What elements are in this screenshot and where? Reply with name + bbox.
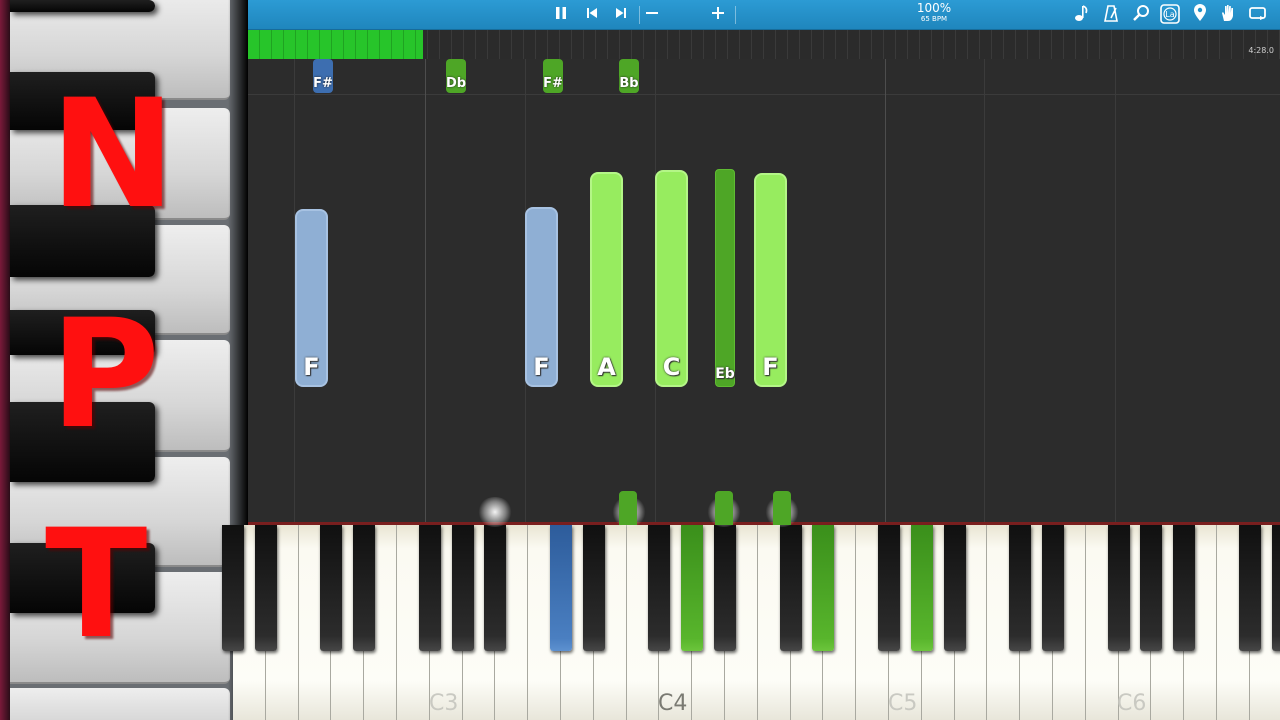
tempo-percent: 100%	[916, 1, 952, 15]
npt-logo-panel: N P T	[0, 0, 248, 720]
pause-button[interactable]	[549, 4, 573, 26]
black-key[interactable]	[779, 525, 802, 651]
skip-forward-button[interactable]	[609, 4, 633, 26]
octave-label-c5: C5	[888, 691, 918, 716]
note-roll: F# Db F# Bb F F A C Eb F	[248, 59, 1280, 522]
panel-edge	[0, 0, 10, 720]
song-duration: 4:28.0	[1248, 46, 1274, 55]
octave-label-c4: C4	[658, 691, 688, 716]
black-key[interactable]	[254, 525, 277, 651]
logo-letter-p: P	[50, 288, 160, 462]
progress-fill	[248, 30, 424, 59]
pause-icon	[556, 7, 566, 19]
black-key[interactable]	[910, 525, 933, 651]
note-c-right-hand: C	[655, 170, 688, 387]
photo-black-key	[10, 0, 155, 12]
black-key[interactable]	[1271, 525, 1280, 651]
metronome-icon	[1104, 5, 1118, 22]
note-a-right-hand: A	[590, 172, 623, 387]
note-e-flat-right-hand: Eb	[715, 169, 735, 387]
note-labels-button[interactable]: La	[1158, 4, 1182, 26]
tempo-decrease-button[interactable]	[640, 4, 664, 26]
tempo-increase-button[interactable]	[706, 4, 730, 26]
hand-icon	[1222, 5, 1233, 21]
hands-button[interactable]	[1216, 4, 1240, 26]
black-key[interactable]	[681, 525, 704, 651]
black-key[interactable]	[320, 525, 343, 651]
key-press-glow	[477, 497, 513, 527]
black-key[interactable]	[484, 525, 507, 651]
measure-line	[425, 59, 426, 522]
note-stub	[715, 491, 733, 525]
octave-label-c6: C6	[1117, 691, 1147, 716]
plus-icon	[712, 7, 724, 19]
tempo-bpm: 65 BPM	[920, 15, 948, 23]
black-key[interactable]	[1009, 525, 1032, 651]
black-key[interactable]	[550, 525, 572, 651]
note-d-flat: Db	[446, 59, 466, 93]
logo-letter-n: N	[50, 68, 176, 242]
skip-back-icon	[587, 8, 597, 18]
roll-row-line	[248, 94, 1280, 95]
note-f-right-hand: F	[754, 173, 787, 387]
black-key[interactable]	[1173, 525, 1196, 651]
svg-text:La: La	[1165, 10, 1174, 19]
logo-letter-t: T	[45, 498, 148, 672]
markers-button[interactable]	[1188, 4, 1212, 26]
note-f-left-hand: F	[295, 209, 328, 387]
minus-icon	[646, 12, 658, 14]
black-key[interactable]	[648, 525, 671, 651]
note-stub	[619, 491, 637, 525]
black-key[interactable]	[1238, 525, 1261, 651]
black-key[interactable]	[1140, 525, 1163, 651]
magnifier-icon	[1133, 5, 1149, 21]
beat-line	[984, 59, 985, 522]
black-key[interactable]	[418, 525, 441, 651]
piano-keyboard: C3 C4 C5 C6	[222, 491, 1280, 720]
black-key[interactable]	[878, 525, 900, 651]
skip-forward-icon	[616, 8, 626, 18]
song-progress-bar[interactable]: 4:28.0	[248, 30, 1280, 59]
black-key[interactable]	[582, 525, 605, 651]
beat-line	[1115, 59, 1116, 522]
location-pin-icon	[1194, 4, 1206, 21]
photo-white-key	[10, 688, 230, 720]
black-key[interactable]	[943, 525, 966, 651]
toolbar-separator	[735, 6, 736, 24]
note-stub	[773, 491, 791, 525]
zoom-button[interactable]	[1129, 4, 1153, 26]
note-b-flat: Bb	[619, 59, 639, 93]
note-f-sharp-left: F#	[313, 59, 333, 93]
playback-toolbar: 100% 65 BPM La	[248, 0, 1280, 30]
tempo-display: 100% 65 BPM	[914, 2, 954, 24]
black-key[interactable]	[1042, 525, 1064, 651]
loop-icon	[1249, 7, 1266, 20]
label-icon: La	[1160, 4, 1180, 24]
octave-label-c3: C3	[429, 691, 459, 716]
note-f-left-hand: F	[525, 207, 558, 387]
note-icon	[1075, 5, 1088, 21]
black-key[interactable]	[353, 525, 376, 651]
metronome-button[interactable]	[1099, 4, 1123, 26]
measure-line	[885, 59, 886, 522]
black-key[interactable]	[812, 525, 835, 651]
skip-back-button[interactable]	[580, 4, 604, 26]
loop-button[interactable]	[1246, 4, 1270, 26]
note-settings-button[interactable]	[1070, 4, 1094, 26]
black-key[interactable]	[1107, 525, 1130, 651]
black-key[interactable]	[451, 525, 474, 651]
black-key[interactable]	[714, 525, 736, 651]
black-key[interactable]	[222, 525, 244, 651]
note-f-sharp-right: F#	[543, 59, 563, 93]
